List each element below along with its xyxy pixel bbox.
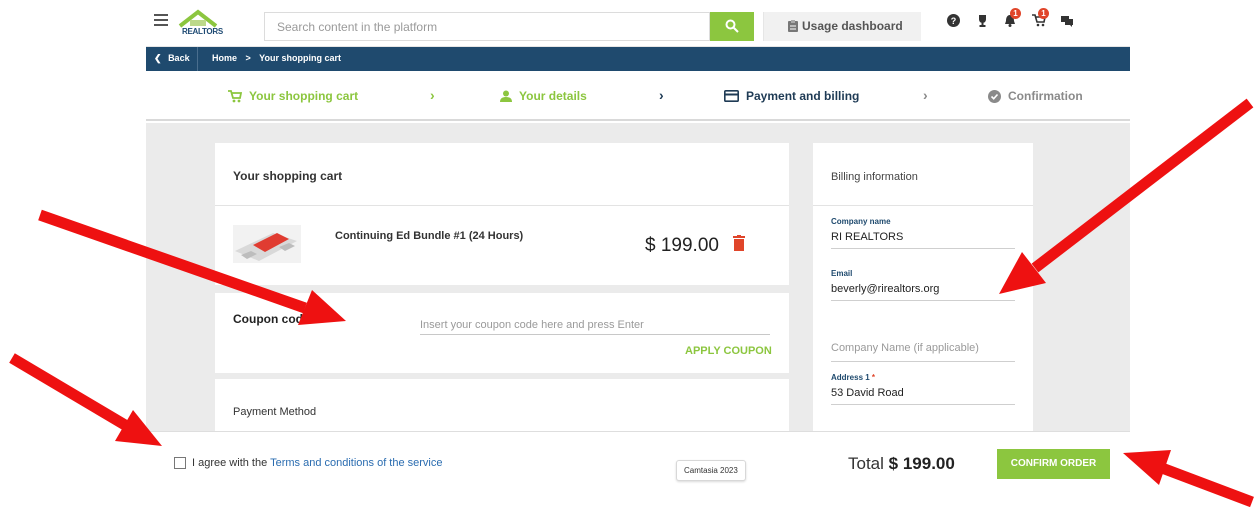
coupon-input[interactable]: Insert your coupon code here and press E… (420, 315, 770, 335)
annotation-arrow-terms (9, 353, 162, 446)
cart-card: Your shopping cart Continuing Ed Bundle … (215, 143, 789, 285)
cart-title: Your shopping cart (233, 169, 343, 183)
trophy-icon[interactable] (976, 14, 989, 27)
company-name-optional-placeholder: Company Name (if applicable) (831, 342, 979, 354)
chevron-right-icon: › (430, 87, 435, 103)
check-circle-icon (988, 89, 1001, 103)
step-label: Your details (519, 89, 587, 103)
svg-text:?: ? (951, 16, 957, 26)
search-button[interactable] (710, 12, 754, 41)
agree-text: I agree with the Terms and conditions of… (192, 457, 443, 469)
email-label: Email (831, 269, 853, 278)
clipboard-icon (788, 20, 798, 32)
camtasia-tooltip: Camtasia 2023 (676, 460, 746, 481)
divider (215, 205, 789, 206)
item-name: Continuing Ed Bundle #1 (24 Hours) (335, 230, 524, 242)
agree-prefix: I agree with the (192, 457, 268, 469)
terms-link[interactable]: Terms and conditions of the service (270, 457, 442, 469)
coupon-placeholder: Insert your coupon code here and press E… (420, 319, 644, 331)
step-label: Confirmation (1008, 89, 1083, 103)
search-icon (725, 19, 739, 33)
back-label: Back (168, 53, 190, 63)
payment-method-card: Payment Method (215, 379, 789, 431)
order-total: Total $ 199.00 (848, 454, 955, 474)
notification-badge: 1 (1010, 8, 1021, 19)
usage-dashboard-label: Usage dashboard (802, 19, 903, 33)
chevron-right-icon: › (923, 87, 928, 103)
back-button[interactable]: ❮ Back (146, 47, 198, 71)
billing-title: Billing information (831, 171, 918, 183)
step-confirmation[interactable]: Confirmation (988, 89, 1083, 103)
divider (813, 205, 1033, 206)
email-value: beverly@rirealtors.org (831, 283, 940, 295)
breadcrumb: Home > Your shopping cart (212, 53, 347, 63)
trash-icon[interactable] (733, 235, 745, 251)
breadcrumb-bar: ❮ Back Home > Your shopping cart (146, 47, 1130, 71)
credit-card-icon (724, 90, 739, 102)
address-1-value: 53 David Road (831, 387, 904, 399)
annotation-arrow-confirm (1123, 450, 1254, 508)
main-content: Your shopping cart Continuing Ed Bundle … (146, 123, 1130, 431)
step-payment-billing[interactable]: Payment and billing (724, 89, 859, 103)
company-name-label: Company name (831, 217, 891, 226)
menu-icon[interactable] (154, 14, 168, 26)
terms-checkbox[interactable] (174, 457, 186, 469)
checkout-steps: Your shopping cart › Your details › Paym… (146, 71, 1130, 121)
breadcrumb-separator: > (245, 53, 251, 63)
cart-badge: 1 (1038, 8, 1049, 19)
confirm-order-button[interactable]: CONFIRM ORDER (997, 449, 1110, 479)
usage-dashboard-button[interactable]: Usage dashboard (763, 12, 921, 41)
payment-method-label: Payment Method (233, 406, 317, 418)
item-price: $ 199.00 (645, 235, 719, 256)
checkout-footer: I agree with the Terms and conditions of… (146, 431, 1130, 495)
chevron-right-icon: › (659, 87, 664, 103)
search-input[interactable]: Search content in the platform (264, 12, 710, 41)
company-name-field[interactable]: Company name RI REALTORS (831, 217, 1015, 249)
cart-icon (228, 89, 242, 102)
address-1-label: Address 1 (831, 373, 870, 382)
logo-text: REALTORS (182, 27, 223, 36)
coupon-card: Coupon code Insert your coupon code here… (215, 293, 789, 373)
breadcrumb-home[interactable]: Home (212, 53, 237, 63)
user-icon (500, 90, 512, 102)
address-1-field[interactable]: Address 1 * 53 David Road (831, 373, 1015, 405)
top-bar: REALTORS Search content in the platform … (146, 0, 1130, 47)
total-value: $ 199.00 (888, 454, 955, 473)
email-field[interactable]: Email beverly@rirealtors.org (831, 269, 1015, 301)
coupon-label: Coupon code (233, 312, 310, 326)
step-label: Your shopping cart (249, 89, 359, 103)
chat-icon[interactable] (1061, 16, 1073, 27)
required-asterisk: * (871, 373, 876, 382)
company-name-value: RI REALTORS (831, 231, 904, 243)
back-chevron-icon: ❮ (154, 53, 162, 63)
step-your-details[interactable]: Your details (500, 89, 587, 103)
help-icon[interactable]: ? (947, 14, 960, 27)
step-shopping-cart[interactable]: Your shopping cart (228, 89, 358, 103)
company-name-optional-field[interactable]: Company Name (if applicable) (831, 342, 1015, 362)
total-label: Total (848, 454, 884, 473)
search-placeholder: Search content in the platform (277, 20, 438, 34)
billing-card: Billing information Company name RI REAL… (813, 143, 1033, 431)
apply-coupon-button[interactable]: APPLY COUPON (685, 345, 772, 357)
breadcrumb-current: Your shopping cart (259, 53, 341, 63)
course-thumbnail (233, 225, 301, 263)
step-label: Payment and billing (746, 89, 860, 103)
